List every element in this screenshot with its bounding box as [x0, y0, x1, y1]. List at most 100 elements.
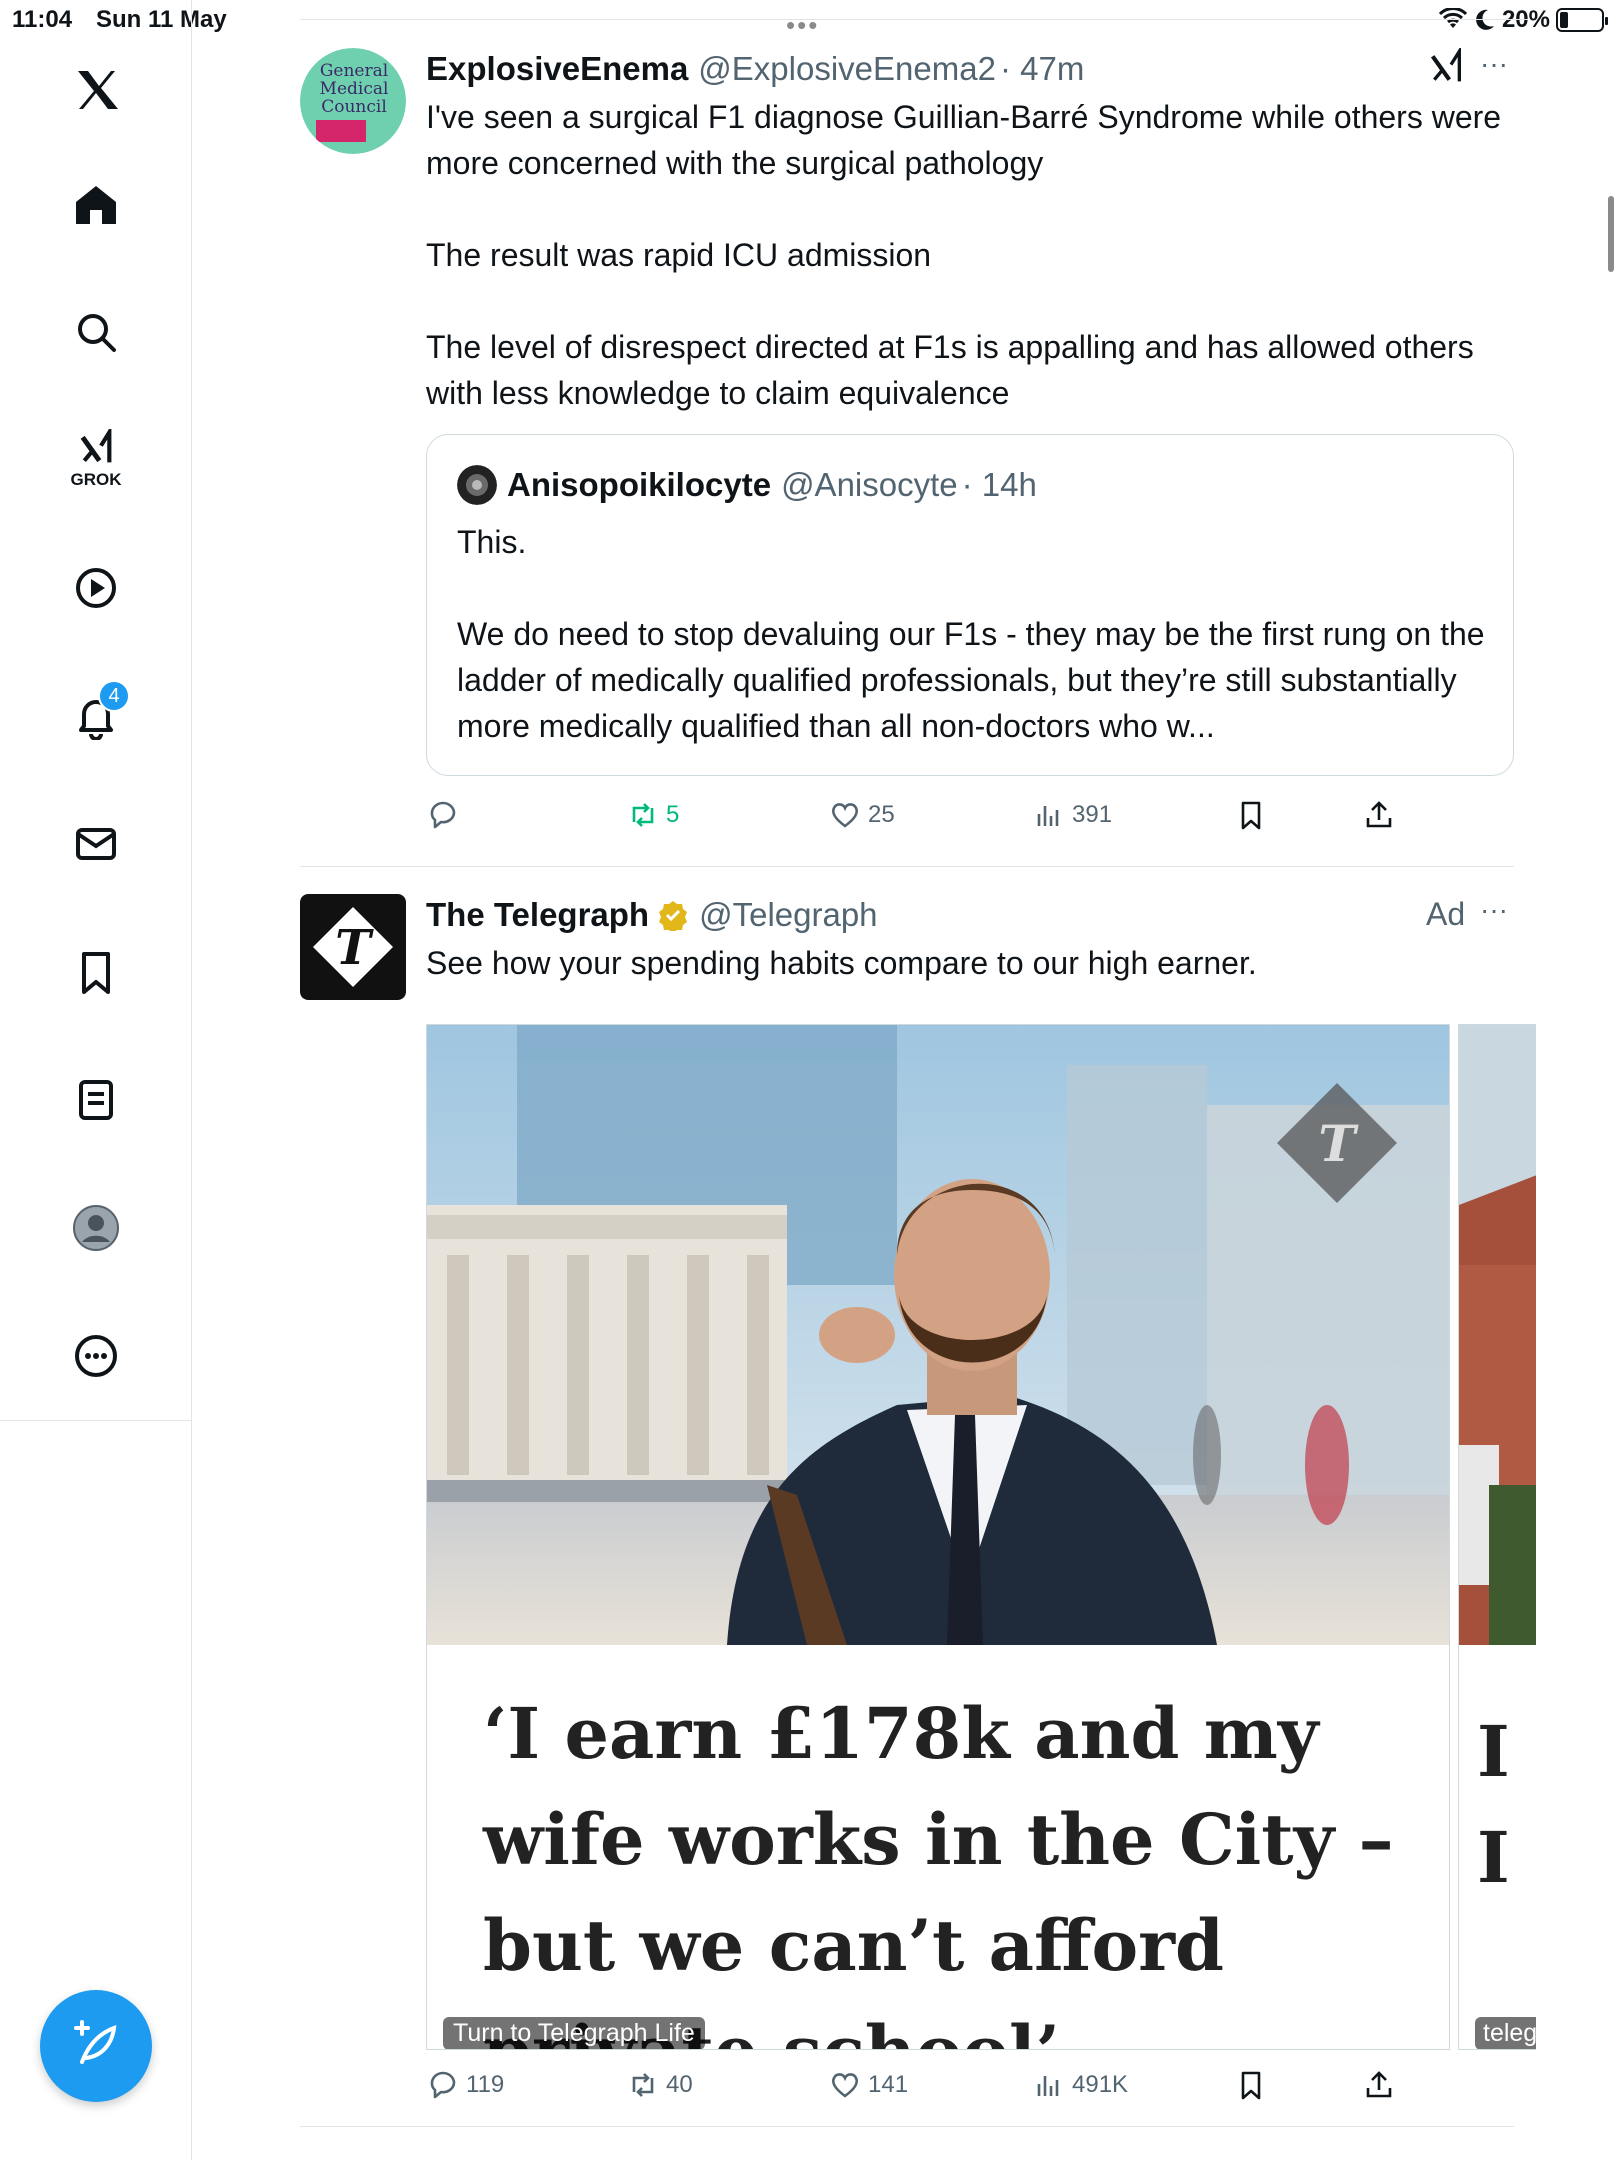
author-name[interactable]: ExplosiveEnema — [426, 50, 688, 88]
scrollbar[interactable] — [1608, 196, 1614, 272]
grok-glyph — [80, 429, 112, 463]
status-indicators: 20% — [1438, 6, 1608, 34]
list-glyph — [79, 1080, 113, 1120]
tweet-divider — [300, 866, 1514, 867]
video-play-icon[interactable] — [56, 548, 136, 628]
next-card-tag[interactable]: teleg — [1475, 2017, 1536, 2049]
ad-card-tag[interactable]: Turn to Telegraph Life — [443, 2017, 705, 2049]
svg-text:T: T — [1318, 1114, 1359, 1173]
more-glyph — [75, 1335, 117, 1377]
battery-icon — [1556, 8, 1608, 32]
wifi-icon — [1438, 8, 1468, 28]
ad-card-carousel[interactable]: T ‘I earn £178k and my wife works in the… — [426, 1024, 1536, 2050]
quoted-paragraph: We do need to stop devaluing our F1s - t… — [457, 616, 1485, 744]
retweet-button[interactable]: 40 — [626, 2068, 693, 2102]
compose-post-button[interactable] — [40, 1990, 152, 2102]
bookmark-button[interactable] — [1234, 798, 1268, 832]
views-button[interactable]: 491K — [1032, 2068, 1128, 2102]
tweet-header: ExplosiveEnema @ExplosiveEnema2 · 47m — [426, 50, 1084, 88]
sidebar-divider — [0, 1420, 192, 1421]
views-chart-icon — [1037, 2076, 1059, 2096]
next-card-headline-fragment: II — [1477, 1710, 1510, 1899]
reply-button[interactable]: 119 — [426, 2068, 504, 2102]
quoted-tweet-text: This. We do need to stop devaluing our F… — [457, 519, 1487, 749]
reply-icon — [430, 801, 456, 829]
messages-mail-icon[interactable] — [56, 804, 136, 884]
multitask-dots-icon[interactable]: ••• — [786, 10, 819, 41]
x-logo-glyph — [78, 71, 118, 109]
next-card-photo — [1459, 1025, 1536, 1645]
notifications-bell-icon[interactable]: 4 — [56, 676, 136, 756]
svg-text:T: T — [335, 920, 374, 976]
author-handle[interactable]: @ExplosiveEnema2 — [698, 50, 996, 88]
play-glyph — [76, 568, 116, 608]
share-icon — [1366, 801, 1392, 828]
tweet-paragraph: The level of disrespect directed at F1s … — [426, 329, 1474, 411]
lists-icon[interactable] — [56, 1060, 136, 1140]
like-count: 25 — [868, 801, 895, 828]
quoted-paragraph: This. — [457, 524, 527, 560]
ad-card[interactable]: T ‘I earn £178k and my wife works in the… — [426, 1024, 1450, 2050]
telegraph-logo: T — [300, 894, 406, 1000]
tweet-text: See how your spending habits compare to … — [426, 940, 1506, 986]
more-options-icon[interactable] — [56, 1316, 136, 1396]
avatar[interactable]: General Medical Council — [300, 48, 406, 154]
tweet-divider — [300, 2126, 1514, 2127]
reply-button[interactable] — [426, 798, 466, 832]
author-handle[interactable]: @Telegraph — [699, 896, 877, 934]
share-button[interactable] — [1362, 2068, 1396, 2102]
bookmarks-icon[interactable] — [56, 932, 136, 1012]
retweet-count: 5 — [666, 801, 680, 828]
feed-top-divider — [300, 19, 1528, 20]
share-icon — [1366, 2071, 1392, 2098]
tweet-header: The Telegraph @Telegraph — [426, 896, 878, 934]
grok-icon[interactable]: GROK — [56, 416, 136, 496]
more-menu-icon[interactable]: ··· — [1480, 48, 1508, 80]
tweet-text: I've seen a surgical F1 diagnose Guillia… — [426, 94, 1506, 416]
sidebar: GROK 4 — [0, 0, 192, 2160]
grok-explain-icon[interactable] — [1426, 48, 1466, 88]
home-glyph — [76, 186, 116, 224]
grok-label: GROK — [70, 470, 122, 489]
telegraph-avatar[interactable]: T — [300, 894, 406, 1000]
compose-feather-icon — [74, 2020, 117, 2064]
tweet-actions: 5 25 391 — [426, 798, 1426, 842]
tweet-paragraph: I've seen a surgical F1 diagnose Guillia… — [426, 99, 1502, 181]
quoted-author-name: Anisopoikilocyte — [507, 466, 772, 503]
notification-badge: 4 — [98, 680, 130, 712]
retweet-count: 40 — [666, 2071, 693, 2098]
bookmark-button[interactable] — [1234, 2068, 1268, 2102]
bookmark-icon — [1241, 2071, 1261, 2100]
retweet-icon — [632, 803, 654, 827]
profile-avatar-icon[interactable] — [56, 1188, 136, 1268]
heart-icon — [832, 803, 858, 828]
home-icon[interactable] — [56, 164, 136, 244]
battery-percent: 20% — [1501, 6, 1550, 33]
tweet-time[interactable]: · 47m — [1000, 50, 1084, 88]
more-menu-icon[interactable]: ··· — [1480, 894, 1508, 926]
share-button[interactable] — [1362, 798, 1396, 832]
like-button[interactable]: 141 — [828, 2068, 908, 2102]
reply-count: 119 — [466, 2071, 505, 2098]
reply-icon — [430, 2071, 456, 2099]
tweet-paragraph: See how your spending habits compare to … — [426, 945, 1257, 981]
quoted-avatar[interactable] — [457, 465, 497, 505]
ad-tweet-actions: 119 40 141 491K — [426, 2068, 1426, 2112]
like-button[interactable]: 25 — [828, 798, 895, 832]
x-logo-icon[interactable] — [56, 50, 136, 130]
author-name[interactable]: The Telegraph — [426, 896, 649, 934]
retweet-button[interactable]: 5 — [626, 798, 679, 832]
tweet[interactable]: General Medical Council ExplosiveEnema @… — [300, 48, 1514, 848]
views-button[interactable]: 391 — [1032, 798, 1112, 832]
like-count: 141 — [868, 2071, 909, 2098]
retweet-icon — [632, 2073, 654, 2097]
moon-icon — [1476, 9, 1494, 30]
businessman-photo: T — [427, 1025, 1449, 1645]
search-icon[interactable] — [56, 292, 136, 372]
bookmark-glyph — [82, 952, 110, 994]
ad-headline: ‘I earn £178k and my wife works in the C… — [483, 1692, 1394, 2049]
ad-card-next[interactable]: II teleg — [1458, 1024, 1536, 2050]
views-count: 391 — [1072, 801, 1113, 828]
gmc-avatar-image: General Medical Council — [300, 48, 406, 154]
quoted-tweet[interactable]: Anisopoikilocyte @Anisocyte · 14h This. … — [426, 434, 1514, 776]
